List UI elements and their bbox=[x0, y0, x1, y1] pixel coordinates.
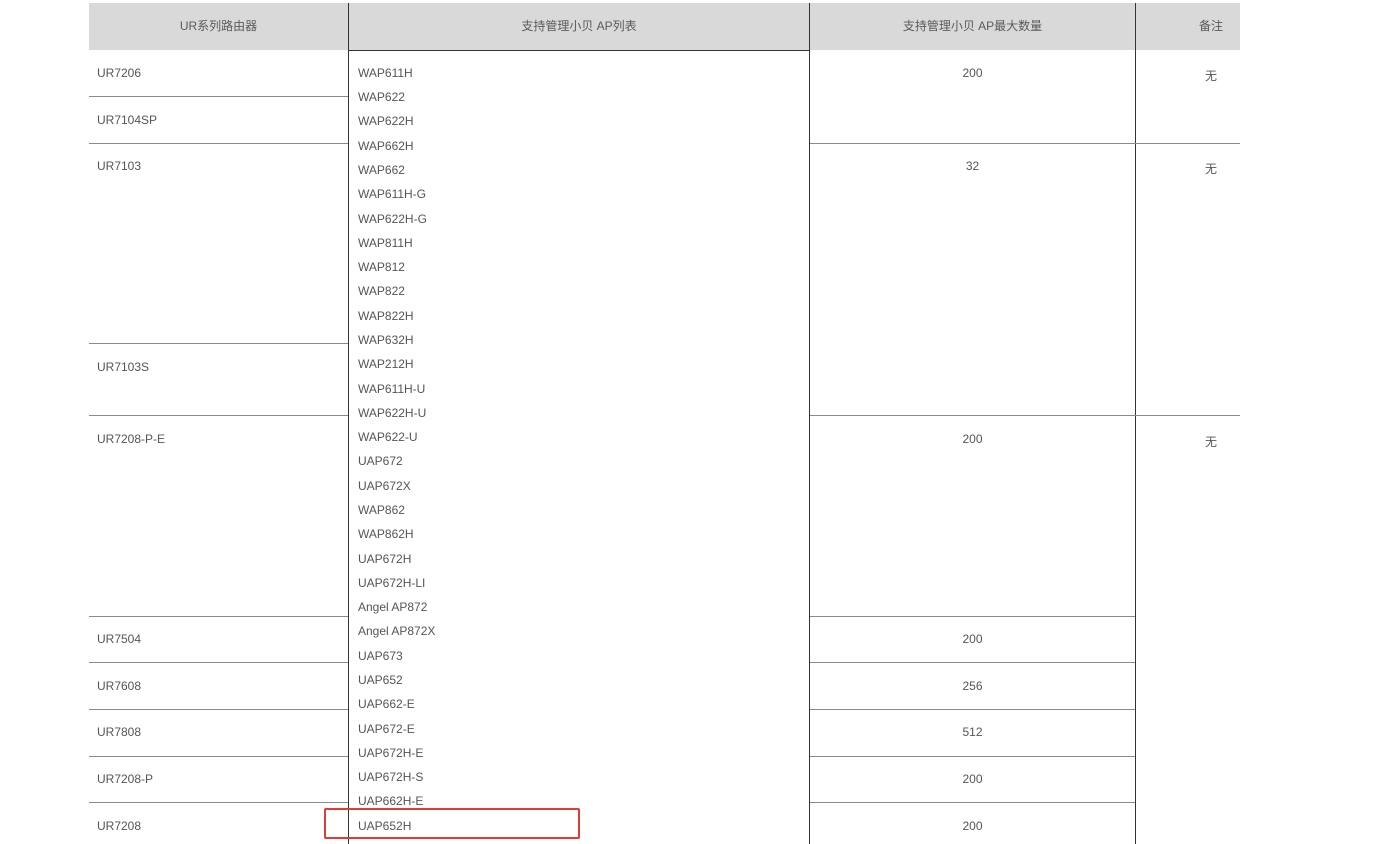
ap-model: UAP672H-S bbox=[358, 770, 424, 784]
ap-model: WAP611H bbox=[358, 66, 413, 80]
header-bottom-border bbox=[348, 50, 810, 51]
ap-model: UAP672X bbox=[358, 479, 411, 493]
column-divider bbox=[348, 3, 349, 844]
row-divider bbox=[810, 662, 1135, 663]
max-count: 200 bbox=[962, 432, 983, 446]
ap-model: Angel AP872X bbox=[358, 624, 436, 638]
router-model: UR7103 bbox=[97, 159, 142, 173]
router-model: UR7208 bbox=[97, 819, 142, 833]
row-divider bbox=[89, 415, 348, 416]
router-model: UR7208-P-E bbox=[97, 432, 166, 446]
ap-model: WAP611H-G bbox=[358, 187, 427, 201]
max-count: 200 bbox=[962, 66, 983, 80]
ap-model: WAP822 bbox=[358, 284, 405, 298]
row-divider bbox=[810, 709, 1135, 710]
ap-model: UAP672H-LI bbox=[358, 576, 426, 590]
ap-model: WAP622 bbox=[358, 90, 405, 104]
column-divider bbox=[809, 3, 810, 844]
ap-model: WAP212H bbox=[358, 357, 414, 371]
ap-model: WAP662H bbox=[358, 139, 414, 153]
ap-model: WAP622-U bbox=[358, 430, 418, 444]
row-divider bbox=[89, 343, 348, 344]
ap-model: WAP822H bbox=[358, 309, 414, 323]
row-divider bbox=[810, 616, 1135, 617]
router-model: UR7208-P bbox=[97, 772, 154, 786]
ap-model: UAP672-E bbox=[358, 722, 415, 736]
router-model: UR7608 bbox=[97, 679, 142, 693]
ap-model: UAP672 bbox=[358, 454, 403, 468]
ap-model: WAP622H bbox=[358, 114, 414, 128]
row-divider bbox=[810, 802, 1135, 803]
ap-model: WAP632H bbox=[358, 333, 414, 347]
note: 无 bbox=[1204, 162, 1217, 176]
router-model: UR7504 bbox=[97, 632, 142, 646]
ap-model: UAP672H bbox=[358, 552, 412, 566]
row-divider bbox=[89, 709, 348, 710]
ap-model: WAP862H bbox=[358, 527, 414, 541]
ap-model: WAP812 bbox=[358, 260, 405, 274]
max-count: 512 bbox=[962, 725, 983, 739]
router-model: UR7808 bbox=[97, 725, 142, 739]
row-divider bbox=[89, 616, 348, 617]
ap-model: WAP862 bbox=[358, 503, 405, 517]
ap-model: UAP673 bbox=[358, 649, 403, 663]
row-divider bbox=[89, 756, 348, 757]
row-divider bbox=[810, 143, 1240, 144]
ap-model: UAP672H-E bbox=[358, 746, 424, 760]
ap-model: Angel AP872 bbox=[358, 600, 428, 614]
header-max-count: 支持管理小贝 AP最大数量 bbox=[902, 19, 1043, 33]
row-divider bbox=[89, 802, 348, 803]
ap-model: UAP662-E bbox=[358, 697, 415, 711]
ap-model: UAP652 bbox=[358, 673, 403, 687]
ap-model: UAP662H-E bbox=[358, 794, 424, 808]
column-divider bbox=[1135, 3, 1136, 844]
header-notes: 备注 bbox=[1198, 19, 1223, 33]
highlight-box bbox=[324, 808, 580, 839]
ap-model: WAP611H-U bbox=[358, 382, 426, 396]
note: 无 bbox=[1204, 69, 1217, 83]
max-count: 32 bbox=[965, 159, 980, 173]
ap-model: WAP662 bbox=[358, 163, 405, 177]
max-count: 200 bbox=[962, 819, 983, 833]
ap-model: WAP622H-U bbox=[358, 406, 427, 420]
ap-model: WAP622H-G bbox=[358, 212, 427, 226]
ap-compatibility-table: UR系列路由器 支持管理小贝 AP列表 支持管理小贝 AP最大数量 备注 UR7… bbox=[0, 0, 1388, 844]
row-divider bbox=[89, 662, 348, 663]
max-count: 200 bbox=[962, 772, 983, 786]
max-count: 256 bbox=[962, 679, 983, 693]
note: 无 bbox=[1204, 435, 1217, 449]
router-model: UR7103S bbox=[97, 360, 150, 374]
router-model: UR7206 bbox=[97, 66, 142, 80]
header-ap-list: 支持管理小贝 AP列表 bbox=[521, 19, 637, 33]
max-count: 200 bbox=[962, 632, 983, 646]
row-divider bbox=[810, 756, 1135, 757]
row-divider bbox=[810, 415, 1240, 416]
row-divider bbox=[89, 143, 348, 144]
ap-model: WAP811H bbox=[358, 236, 413, 250]
row-divider bbox=[89, 96, 348, 97]
router-model: UR7104SP bbox=[97, 113, 158, 127]
header-router: UR系列路由器 bbox=[179, 19, 258, 33]
